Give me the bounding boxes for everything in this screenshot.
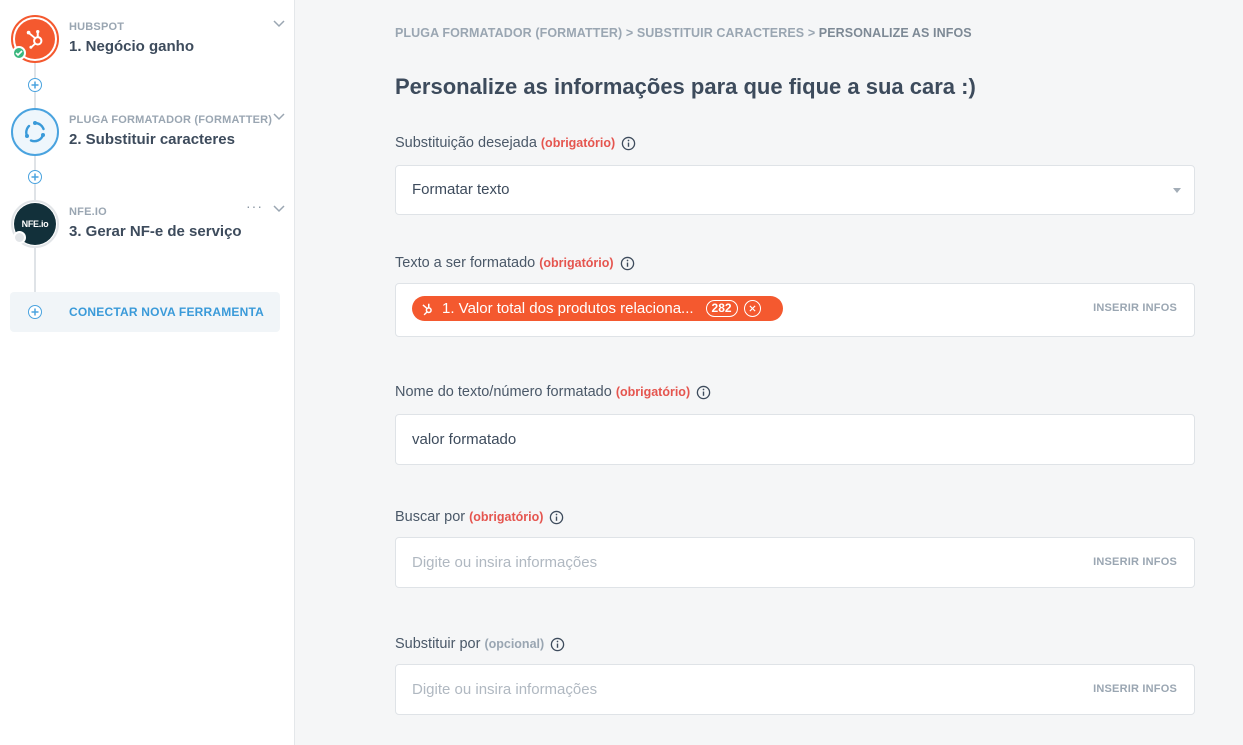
step-title: 2. Substituir caracteres bbox=[69, 131, 235, 148]
required-tag: (obrigatório) bbox=[615, 385, 691, 399]
step-hubspot[interactable]: HUBSPOT 1. Negócio ganho bbox=[0, 15, 295, 79]
breadcrumb-separator: > bbox=[622, 26, 637, 40]
field-label: Substituir por (opcional) bbox=[395, 636, 565, 652]
step-app-name: PLUGA FORMATADOR (FORMATTER) bbox=[69, 114, 273, 126]
info-icon[interactable] bbox=[549, 510, 564, 525]
step-title: 3. Gerar NF-e de serviço bbox=[69, 223, 242, 240]
hubspot-icon bbox=[422, 303, 432, 315]
hubspot-icon bbox=[26, 30, 43, 49]
check-icon bbox=[12, 46, 26, 60]
field-label: Buscar por (obrigatório) bbox=[395, 509, 564, 525]
close-icon[interactable] bbox=[743, 300, 761, 317]
insert-info-button[interactable]: INSERIR INFOS bbox=[1093, 683, 1177, 695]
plus-circle-icon bbox=[31, 81, 39, 89]
step-menu-icon[interactable]: ··· bbox=[246, 198, 263, 214]
breadcrumb-current: PERSONALIZE AS INFOS bbox=[818, 26, 972, 40]
connect-tool-label: CONECTAR NOVA FERRAMENTA bbox=[69, 305, 265, 319]
formatter-avatar bbox=[11, 108, 59, 156]
info-icon[interactable] bbox=[621, 136, 636, 151]
page-title: Personalize as informações para que fiqu… bbox=[395, 74, 976, 99]
required-tag: (obrigatório) bbox=[539, 256, 614, 270]
optional-tag: (opcional) bbox=[484, 637, 545, 651]
info-icon[interactable] bbox=[620, 256, 635, 271]
field-label-text: Substituição desejada bbox=[395, 135, 537, 151]
sidebar: HUBSPOT 1. Negócio ganho PLUGA FORMATADO… bbox=[0, 0, 295, 745]
search-for-input[interactable]: Digite ou insira informações INSERIR INF… bbox=[395, 537, 1195, 588]
field-label-text: Nome do texto/número formatado bbox=[395, 384, 612, 400]
field-label: Texto a ser formatado (obrigatório) bbox=[395, 255, 635, 271]
info-icon[interactable] bbox=[550, 637, 565, 652]
pill-count: 282 bbox=[705, 300, 738, 317]
replace-with-input[interactable]: Digite ou insira informações INSERIR INF… bbox=[395, 664, 1195, 715]
input-placeholder: Digite ou insira informações bbox=[412, 681, 598, 698]
step-title: 1. Negócio ganho bbox=[69, 38, 195, 55]
field-label: Substituição desejada (obrigatório) bbox=[395, 135, 636, 151]
step-formatter[interactable]: PLUGA FORMATADOR (FORMATTER) 2. Substitu… bbox=[0, 108, 295, 172]
input-placeholder: Digite ou insira informações bbox=[412, 554, 598, 571]
field-label-text: Substituir por bbox=[395, 636, 481, 652]
chevron-down-icon[interactable] bbox=[272, 17, 286, 31]
select-value: Formatar texto bbox=[412, 181, 510, 198]
chevron-down-icon[interactable] bbox=[272, 202, 286, 216]
breadcrumb: PLUGA FORMATADOR (FORMATTER) > SUBSTITUI… bbox=[395, 26, 972, 40]
info-icon[interactable] bbox=[696, 385, 711, 400]
pill-label: 1. Valor total dos produtos relaciona... bbox=[442, 300, 694, 317]
required-tag: (obrigatório) bbox=[540, 136, 616, 150]
chevron-down-icon[interactable] bbox=[272, 110, 286, 124]
replacement-select[interactable]: Formatar texto bbox=[395, 165, 1195, 215]
formatter-icon bbox=[25, 121, 45, 143]
breadcrumb-item[interactable]: PLUGA FORMATADOR (FORMATTER) bbox=[395, 26, 622, 40]
field-label: Nome do texto/número formatado (obrigató… bbox=[395, 384, 711, 400]
chevron-down-icon bbox=[1173, 188, 1181, 193]
formatted-name-input[interactable]: valor formatado bbox=[395, 414, 1195, 465]
breadcrumb-separator: > bbox=[804, 26, 819, 40]
step-app-name: NFE.IO bbox=[69, 206, 107, 218]
field-label-text: Buscar por bbox=[395, 509, 466, 525]
status-badge bbox=[13, 231, 26, 244]
connect-tool-button[interactable]: CONECTAR NOVA FERRAMENTA bbox=[10, 292, 280, 332]
field-label-text: Texto a ser formatado bbox=[395, 255, 536, 271]
data-pill[interactable]: 1. Valor total dos produtos relaciona...… bbox=[412, 296, 783, 321]
step-nfeio[interactable]: NFE.io NFE.IO 3. Gerar NF-e de serviço ·… bbox=[0, 198, 295, 264]
insert-info-button[interactable]: INSERIR INFOS bbox=[1093, 302, 1177, 314]
required-tag: (obrigatório) bbox=[469, 510, 544, 524]
add-step-button[interactable] bbox=[28, 78, 42, 92]
insert-info-button[interactable]: INSERIR INFOS bbox=[1093, 556, 1177, 568]
step-app-name: HUBSPOT bbox=[69, 21, 125, 33]
plus-circle-icon bbox=[31, 173, 39, 181]
add-step-button[interactable] bbox=[28, 170, 42, 184]
plus-circle-icon bbox=[28, 305, 42, 319]
main-panel: PLUGA FORMATADOR (FORMATTER) > SUBSTITUI… bbox=[295, 0, 1243, 745]
breadcrumb-item[interactable]: SUBSTITUIR CARACTERES bbox=[637, 26, 804, 40]
text-to-format-field[interactable]: 1. Valor total dos produtos relaciona...… bbox=[395, 283, 1195, 337]
input-value: valor formatado bbox=[412, 431, 517, 448]
